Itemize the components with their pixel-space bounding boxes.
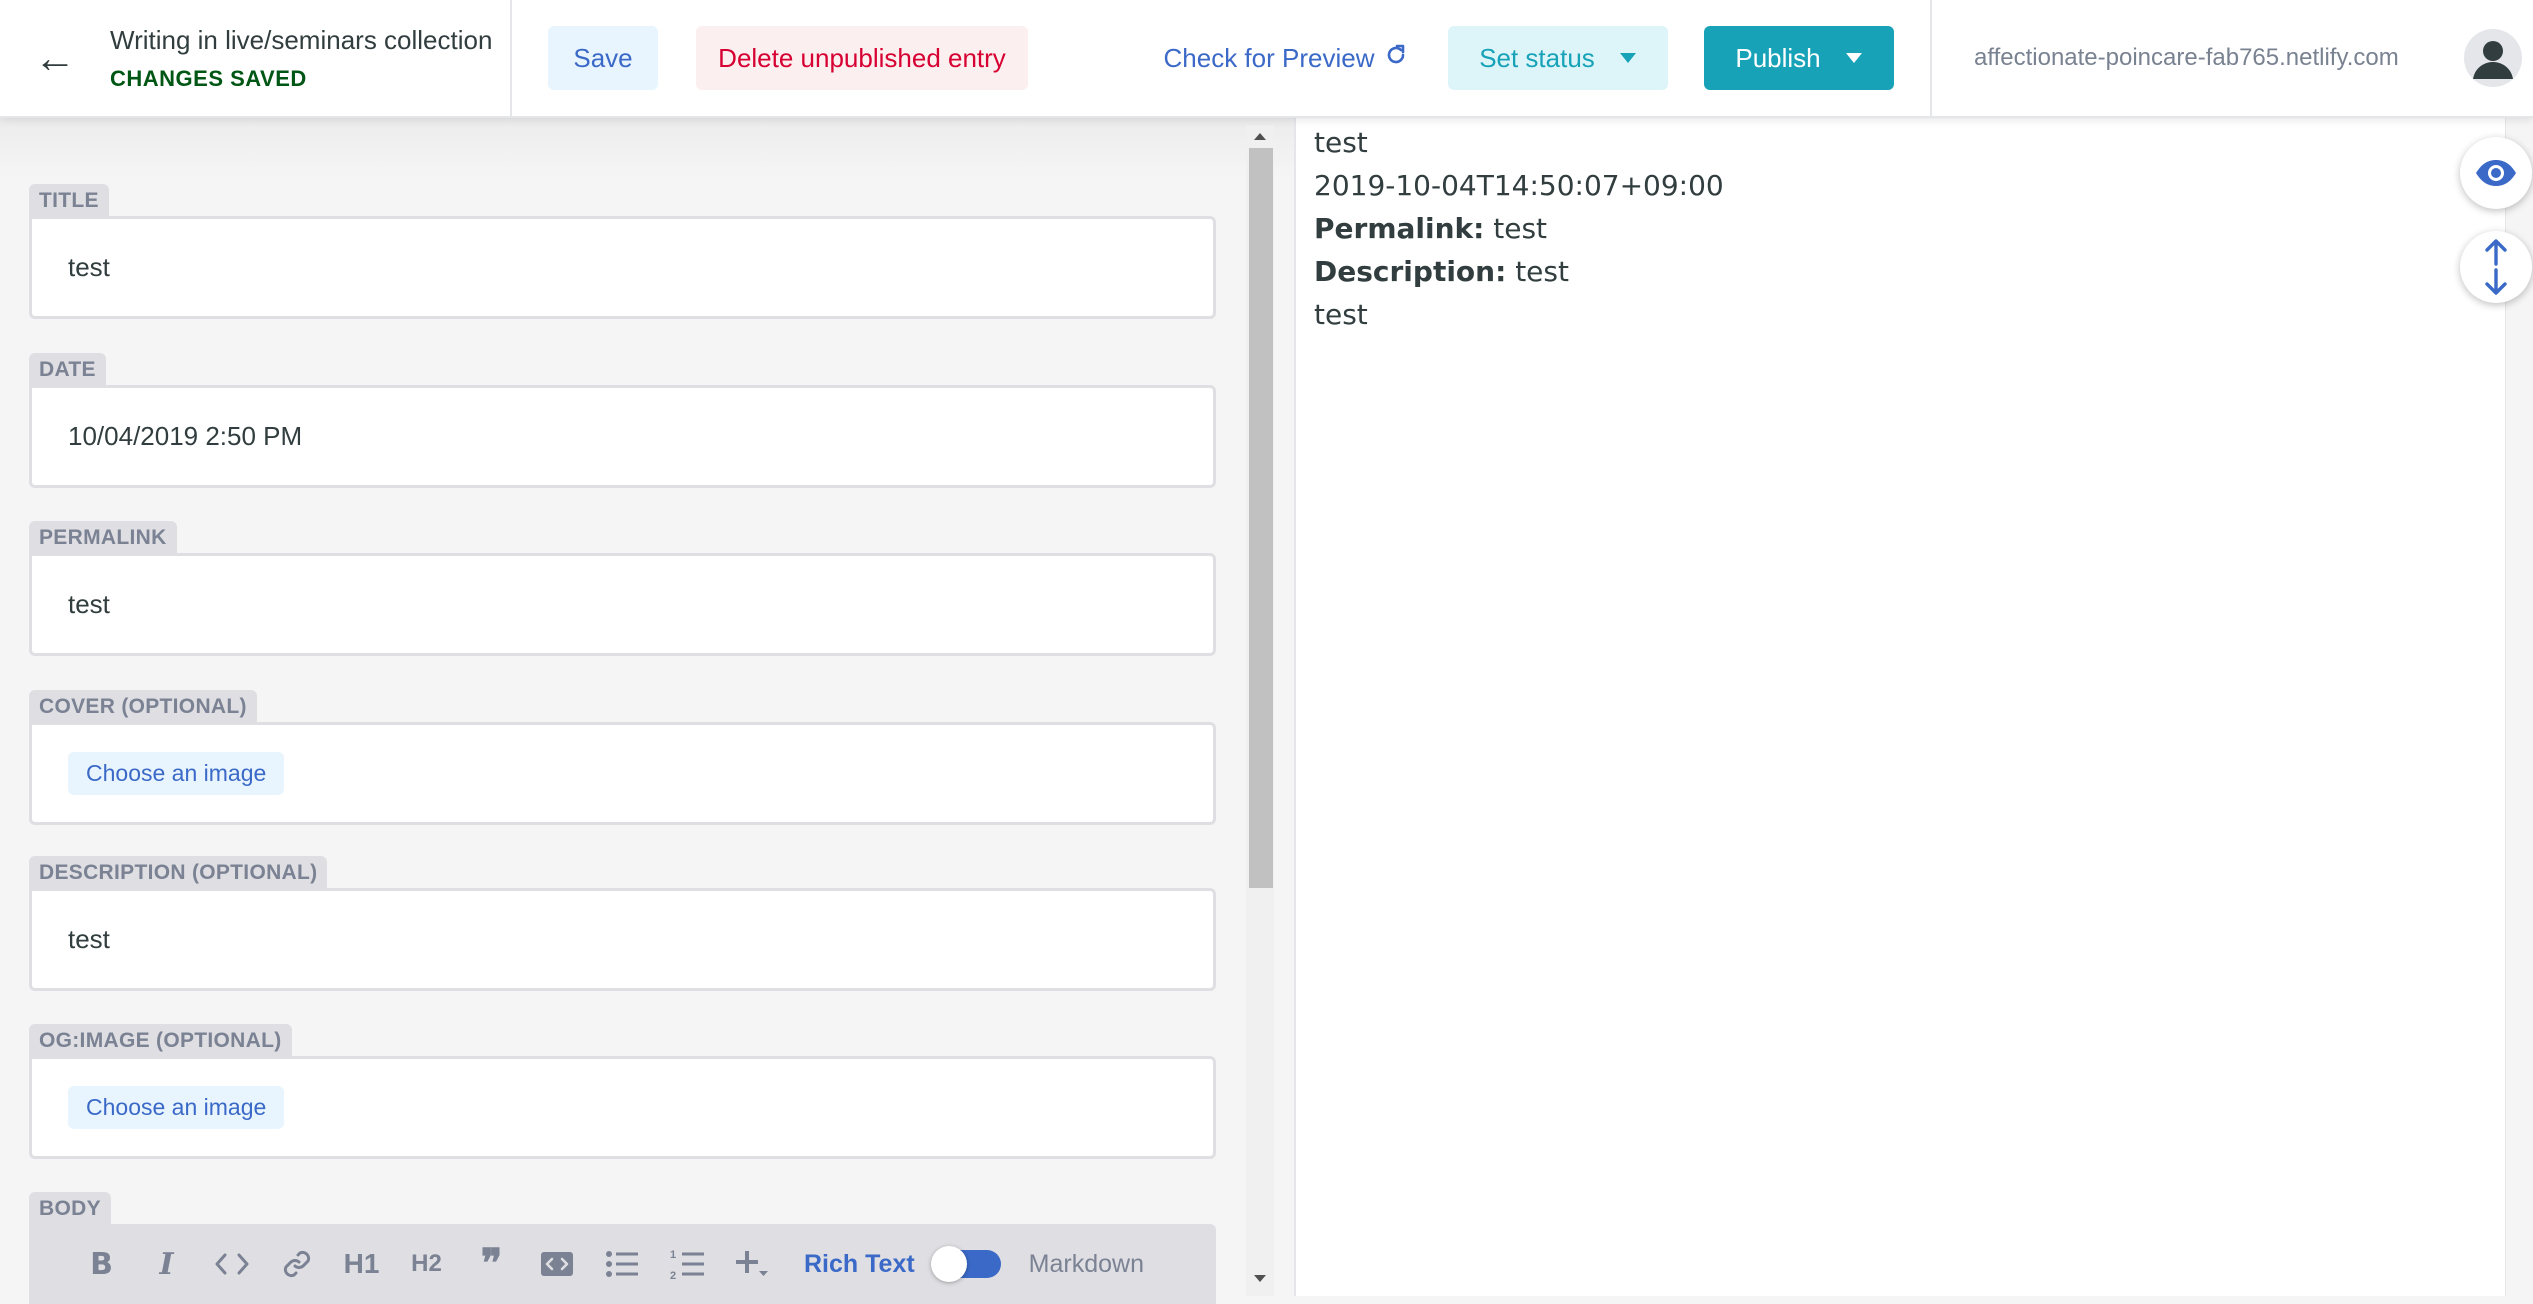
svg-text:2: 2 xyxy=(670,1270,676,1280)
save-status: CHANGES SAVED xyxy=(110,65,307,91)
description-field: DESCRIPTION (OPTIONAL) test xyxy=(29,856,1216,991)
scroll-up-icon[interactable] xyxy=(1246,126,1274,146)
preview-description-label: Description: xyxy=(1314,255,1507,288)
field-label: BODY xyxy=(29,1192,111,1224)
numbered-list-icon: 12 xyxy=(670,1249,704,1280)
link-button[interactable] xyxy=(264,1234,329,1294)
back-arrow-icon: ← xyxy=(34,34,76,81)
body-field: BODY B I H1 H2 ❞ 1 2 Rich Text Markdown xyxy=(29,1192,1216,1304)
code-icon xyxy=(215,1253,248,1275)
scroll-down-icon[interactable] xyxy=(1246,1268,1274,1288)
preview-date: 2019-10-04T14:50:07+09:00 xyxy=(1314,169,1724,202)
date-input[interactable]: 10/04/2019 2:50 PM xyxy=(29,385,1216,488)
user-icon xyxy=(2473,41,2513,79)
toggle-knob xyxy=(930,1246,967,1282)
field-label: COVER (OPTIONAL) xyxy=(29,690,257,722)
field-label: DESCRIPTION (OPTIONAL) xyxy=(29,856,328,888)
set-status-label: Set status xyxy=(1479,42,1595,73)
bulleted-list-button[interactable] xyxy=(589,1234,654,1294)
plus-icon xyxy=(735,1251,768,1276)
check-preview-label: Check for Preview xyxy=(1163,42,1375,73)
permalink-field: PERMALINK test xyxy=(29,521,1216,656)
entry-title-block: Writing in live/seminars collection CHAN… xyxy=(110,0,510,116)
preview-body: test xyxy=(1314,298,1368,331)
cover-field: COVER (OPTIONAL) Choose an image xyxy=(29,690,1216,825)
svg-text:1: 1 xyxy=(670,1249,676,1261)
sync-scroll-icon xyxy=(2485,239,2507,295)
heading-two-button[interactable]: H2 xyxy=(394,1234,459,1294)
bold-icon: B xyxy=(90,1246,113,1282)
editor-toolbar: ← Writing in live/seminars collection CH… xyxy=(0,0,2533,118)
collection-title: Writing in live/seminars collection xyxy=(110,24,493,55)
publish-label: Publish xyxy=(1735,42,1821,73)
bulleted-list-icon xyxy=(605,1251,638,1277)
eye-icon xyxy=(2476,160,2516,186)
add-component-button[interactable] xyxy=(719,1234,784,1294)
site-url-link[interactable]: affectionate-poincare-fab765.netlify.com xyxy=(1974,44,2464,72)
preview-permalink-value: test xyxy=(1493,212,1548,245)
title-field: TITLE test xyxy=(29,184,1216,319)
preview-permalink-label: Permalink: xyxy=(1314,212,1485,245)
avatar[interactable] xyxy=(2464,29,2522,87)
preview-description-value: test xyxy=(1515,255,1569,288)
delete-unpublished-button[interactable]: Delete unpublished entry xyxy=(696,26,1028,90)
rich-text-mode-label[interactable]: Rich Text xyxy=(804,1250,915,1279)
back-button[interactable]: ← xyxy=(0,0,110,116)
cover-image-box: Choose an image xyxy=(29,722,1216,825)
choose-og-image-button[interactable]: Choose an image xyxy=(68,1086,285,1129)
title-input[interactable]: test xyxy=(29,216,1216,319)
save-button[interactable]: Save xyxy=(548,26,658,90)
editor-mode-toggle[interactable] xyxy=(930,1246,1001,1282)
italic-icon: I xyxy=(159,1246,174,1282)
og-image-field: OG:IMAGE (OPTIONAL) Choose an image xyxy=(29,1024,1216,1159)
field-label: PERMALINK xyxy=(29,521,177,553)
chevron-down-icon xyxy=(1845,52,1863,64)
markdown-mode-label[interactable]: Markdown xyxy=(1029,1250,1144,1279)
og-image-box: Choose an image xyxy=(29,1056,1216,1159)
check-preview-button[interactable]: Check for Preview xyxy=(1156,26,1416,90)
choose-cover-image-button[interactable]: Choose an image xyxy=(68,752,285,795)
preview-description: Description: test xyxy=(1314,255,1569,288)
italic-button[interactable]: I xyxy=(134,1234,199,1294)
date-field: DATE 10/04/2019 2:50 PM xyxy=(29,353,1216,488)
permalink-input[interactable]: test xyxy=(29,553,1216,656)
field-label: OG:IMAGE (OPTIONAL) xyxy=(29,1024,292,1056)
editor-scrollbar-thumb[interactable] xyxy=(1249,148,1273,888)
publish-button[interactable]: Publish xyxy=(1704,26,1894,90)
chevron-down-icon xyxy=(1619,52,1637,64)
toggle-preview-button[interactable] xyxy=(2460,137,2532,209)
quote-button[interactable]: ❞ xyxy=(459,1234,524,1294)
numbered-list-button[interactable]: 12 xyxy=(654,1234,719,1294)
heading-one-icon: H1 xyxy=(343,1248,380,1279)
bold-button[interactable]: B xyxy=(69,1234,134,1294)
code-block-button[interactable] xyxy=(524,1234,589,1294)
heading-one-button[interactable]: H1 xyxy=(329,1234,394,1294)
body-editor-toolbar: B I H1 H2 ❞ 1 2 Rich Text Markdown xyxy=(29,1224,1216,1304)
link-icon xyxy=(283,1250,310,1278)
code-button[interactable] xyxy=(199,1234,264,1294)
refresh-icon xyxy=(1384,43,1408,74)
heading-two-icon: H2 xyxy=(411,1250,442,1277)
divider xyxy=(510,0,512,116)
sync-scroll-button[interactable] xyxy=(2460,231,2532,303)
set-status-button[interactable]: Set status xyxy=(1448,26,1668,90)
quote-icon: ❞ xyxy=(480,1242,503,1286)
divider xyxy=(1930,0,1932,116)
preview-pane: test 2019-10-04T14:50:07+09:00 Permalink… xyxy=(1294,118,2533,1296)
description-input[interactable]: test xyxy=(29,888,1216,991)
code-block-icon xyxy=(540,1252,573,1276)
editor-pane: TITLE test DATE 10/04/2019 2:50 PM PERMA… xyxy=(0,118,1294,1304)
preview-permalink: Permalink: test xyxy=(1314,212,1547,245)
field-label: DATE xyxy=(29,353,106,385)
field-label: TITLE xyxy=(29,184,109,216)
preview-title: test xyxy=(1314,126,1368,159)
